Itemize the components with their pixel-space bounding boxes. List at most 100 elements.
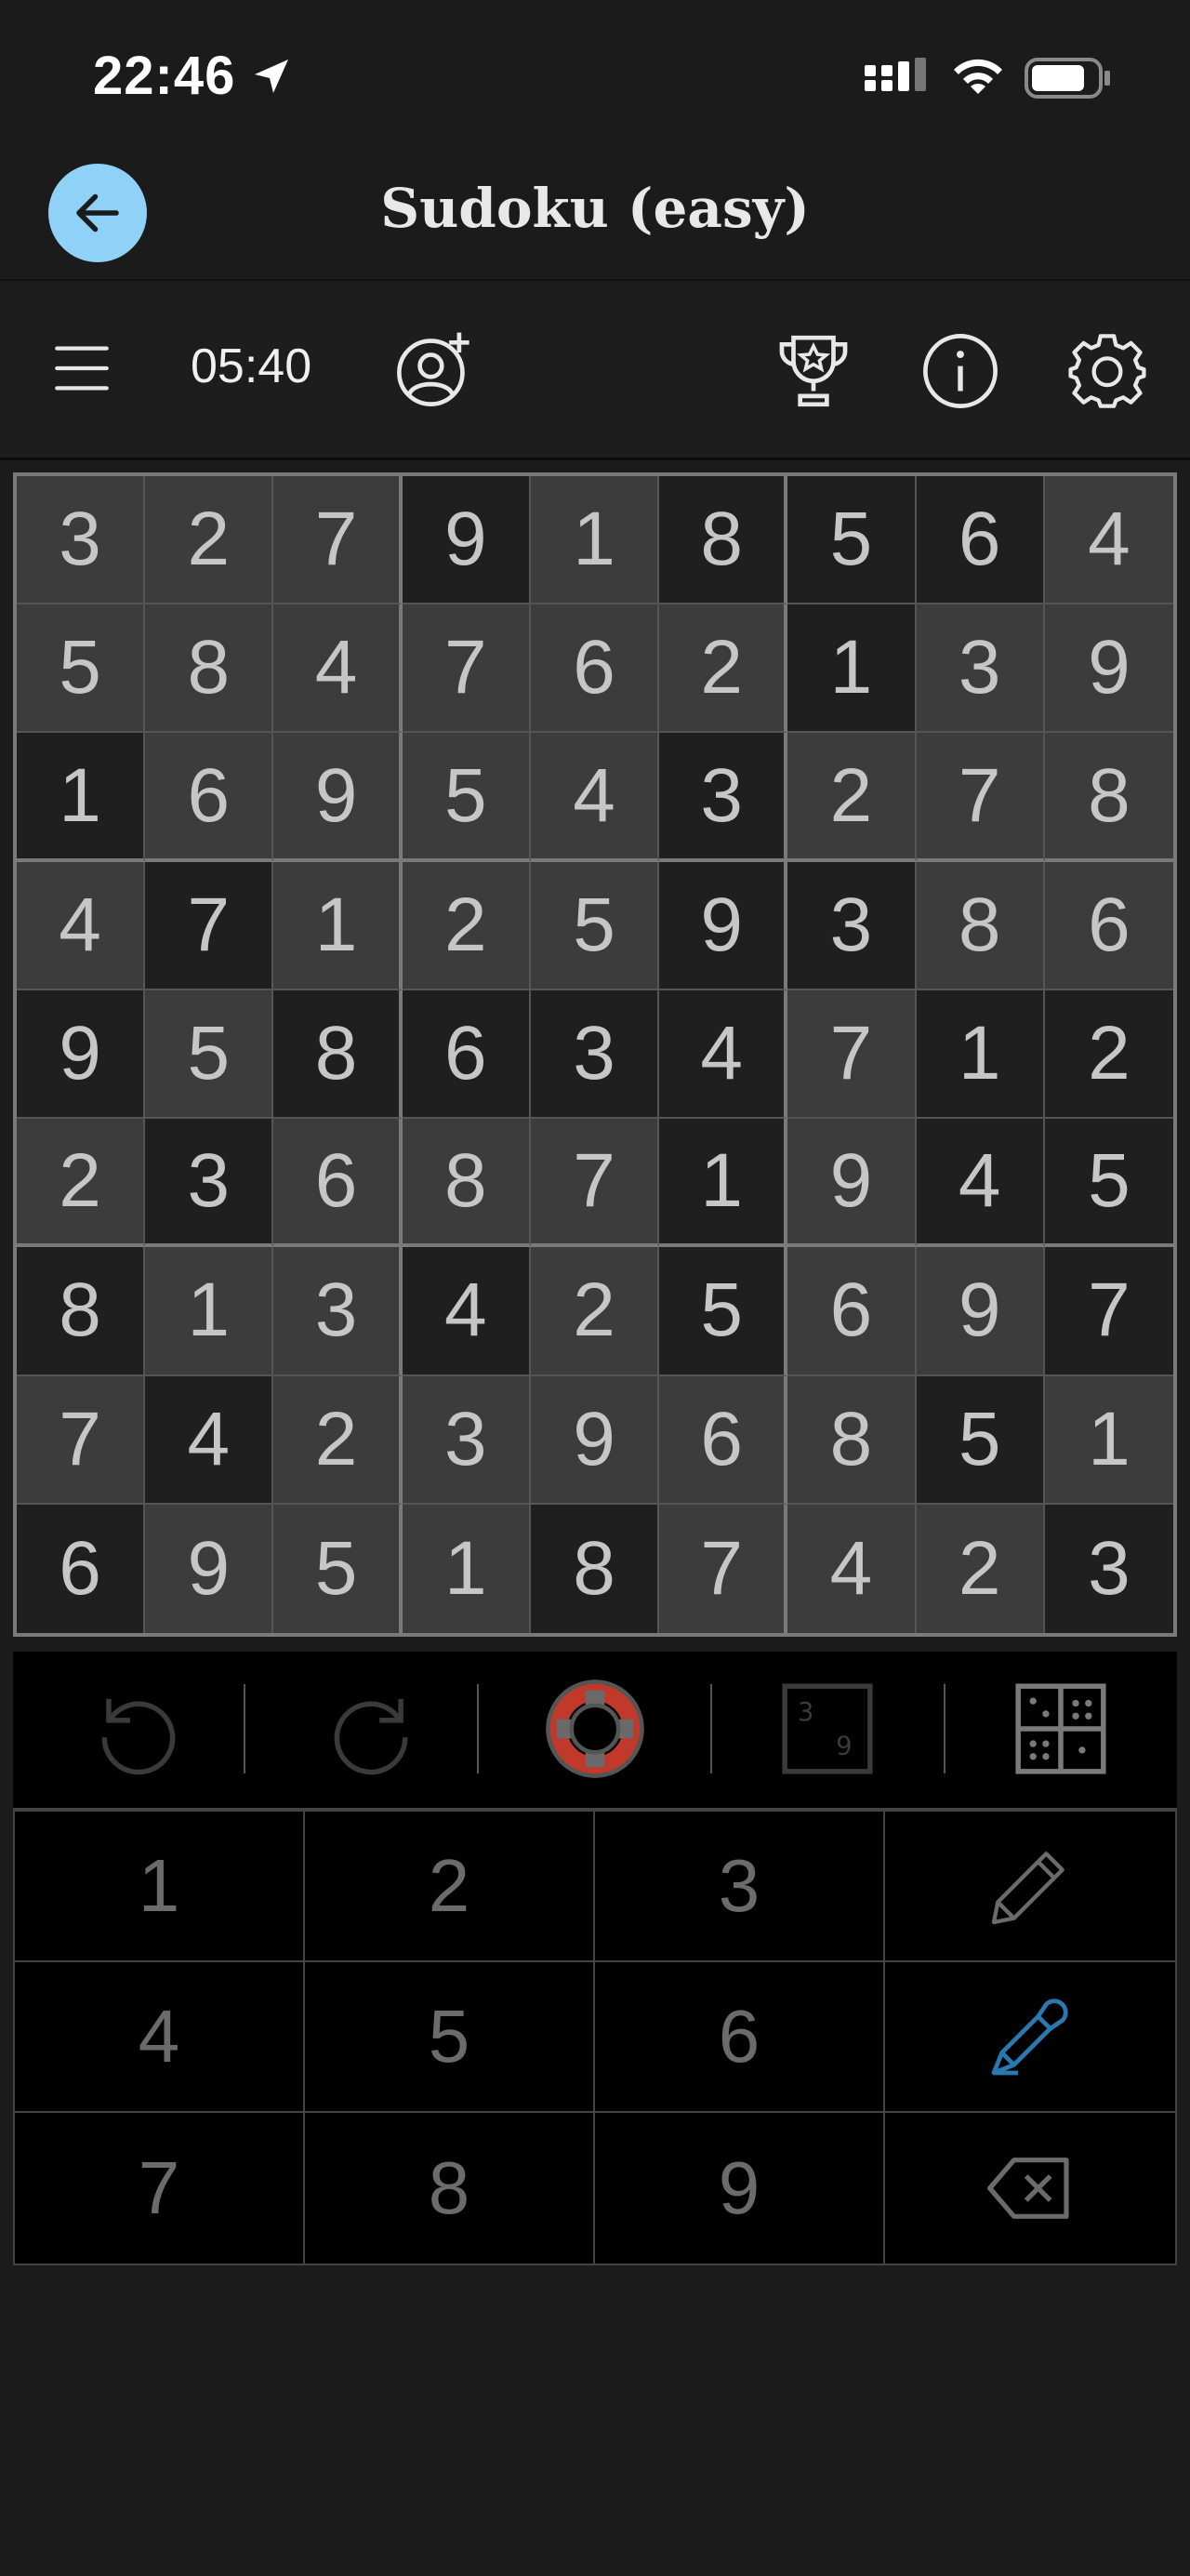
sudoku-cell[interactable]: 5 xyxy=(1044,1119,1173,1248)
key-7[interactable]: 7 xyxy=(15,2113,305,2264)
sudoku-cell[interactable]: 5 xyxy=(530,861,660,990)
sudoku-cell[interactable]: 2 xyxy=(659,604,788,734)
sudoku-cell[interactable]: 6 xyxy=(530,604,660,734)
sudoku-cell[interactable]: 5 xyxy=(17,604,146,734)
pen-mode-button[interactable] xyxy=(885,1962,1175,2113)
sudoku-cell[interactable]: 4 xyxy=(530,733,660,862)
sudoku-cell[interactable]: 5 xyxy=(145,989,274,1120)
sudoku-cell[interactable]: 7 xyxy=(402,604,531,734)
sudoku-cell[interactable]: 9 xyxy=(402,476,531,605)
sudoku-cell[interactable]: 2 xyxy=(916,1504,1045,1633)
sudoku-cell[interactable]: 7 xyxy=(787,989,917,1120)
sudoku-cell[interactable]: 7 xyxy=(1044,1247,1173,1376)
sudoku-cell[interactable]: 6 xyxy=(1044,861,1173,990)
sudoku-cell[interactable]: 5 xyxy=(273,1504,403,1633)
sudoku-cell[interactable]: 7 xyxy=(145,861,274,990)
sudoku-cell[interactable]: 3 xyxy=(402,1375,531,1505)
grid-layout-icon[interactable] xyxy=(1010,1678,1112,1780)
sudoku-cell[interactable]: 6 xyxy=(273,1119,403,1248)
sudoku-cell[interactable]: 2 xyxy=(145,476,274,605)
sudoku-cell[interactable]: 9 xyxy=(1044,604,1173,734)
key-8[interactable]: 8 xyxy=(305,2113,595,2264)
sudoku-cell[interactable]: 9 xyxy=(273,733,403,862)
sudoku-cell[interactable]: 1 xyxy=(402,1504,531,1633)
sudoku-cell[interactable]: 1 xyxy=(145,1247,274,1376)
sudoku-cell[interactable]: 4 xyxy=(916,1119,1045,1248)
sudoku-cell[interactable]: 9 xyxy=(145,1504,274,1633)
sudoku-cell[interactable]: 3 xyxy=(273,1247,403,1376)
sudoku-cell[interactable]: 2 xyxy=(273,1375,403,1505)
key-3[interactable]: 3 xyxy=(595,1812,885,1962)
sudoku-cell[interactable]: 5 xyxy=(787,476,917,605)
sudoku-cell[interactable]: 7 xyxy=(530,1119,660,1248)
sudoku-cell[interactable]: 5 xyxy=(402,733,531,862)
sudoku-cell[interactable]: 3 xyxy=(530,989,660,1120)
key-1[interactable]: 1 xyxy=(15,1812,305,1962)
sudoku-cell[interactable]: 6 xyxy=(402,989,531,1120)
sudoku-cell[interactable]: 4 xyxy=(787,1504,917,1633)
sudoku-cell[interactable]: 7 xyxy=(659,1504,788,1633)
key-6[interactable]: 6 xyxy=(595,1962,885,2113)
sudoku-cell[interactable]: 3 xyxy=(659,733,788,862)
backspace-button[interactable] xyxy=(885,2113,1175,2264)
sudoku-cell[interactable]: 8 xyxy=(1044,733,1173,862)
sudoku-cell[interactable]: 2 xyxy=(530,1247,660,1376)
key-2[interactable]: 2 xyxy=(305,1812,595,1962)
sudoku-cell[interactable]: 8 xyxy=(145,604,274,734)
sudoku-cell[interactable]: 6 xyxy=(145,733,274,862)
sudoku-cell[interactable]: 3 xyxy=(787,861,917,990)
menu-icon[interactable] xyxy=(52,339,112,398)
sudoku-cell[interactable]: 4 xyxy=(17,861,146,990)
add-friend-icon[interactable] xyxy=(394,329,474,409)
sudoku-cell[interactable]: 2 xyxy=(1044,989,1173,1120)
sudoku-cell[interactable]: 9 xyxy=(916,1247,1045,1376)
redo-icon[interactable] xyxy=(320,1678,422,1780)
sudoku-cell[interactable]: 2 xyxy=(402,861,531,990)
sudoku-cell[interactable]: 3 xyxy=(1044,1504,1173,1633)
hint-lifebuoy-icon[interactable] xyxy=(544,1678,646,1780)
sudoku-cell[interactable]: 8 xyxy=(659,476,788,605)
sudoku-cell[interactable]: 5 xyxy=(659,1247,788,1376)
pencil-mode-button[interactable] xyxy=(885,1812,1175,1962)
sudoku-cell[interactable]: 1 xyxy=(916,989,1045,1120)
sudoku-cell[interactable]: 9 xyxy=(787,1119,917,1248)
sudoku-cell[interactable]: 9 xyxy=(530,1375,660,1505)
sudoku-cell[interactable]: 1 xyxy=(787,604,917,734)
key-5[interactable]: 5 xyxy=(305,1962,595,2113)
sudoku-cell[interactable]: 8 xyxy=(916,861,1045,990)
sudoku-cell[interactable]: 8 xyxy=(787,1375,917,1505)
sudoku-cell[interactable]: 3 xyxy=(145,1119,274,1248)
sudoku-cell[interactable]: 9 xyxy=(17,989,146,1120)
sudoku-cell[interactable]: 4 xyxy=(659,989,788,1120)
sudoku-cell[interactable]: 8 xyxy=(17,1247,146,1376)
sudoku-cell[interactable]: 1 xyxy=(659,1119,788,1248)
sudoku-cell[interactable]: 4 xyxy=(1044,476,1173,605)
sudoku-cell[interactable]: 7 xyxy=(17,1375,146,1505)
key-9[interactable]: 9 xyxy=(595,2113,885,2264)
sudoku-cell[interactable]: 1 xyxy=(530,476,660,605)
sudoku-cell[interactable]: 2 xyxy=(17,1119,146,1248)
info-icon[interactable] xyxy=(920,331,1000,411)
sudoku-cell[interactable]: 6 xyxy=(17,1504,146,1633)
sudoku-cell[interactable]: 6 xyxy=(916,476,1045,605)
key-4[interactable]: 4 xyxy=(15,1962,305,2113)
sudoku-cell[interactable]: 1 xyxy=(273,861,403,990)
sudoku-cell[interactable]: 8 xyxy=(402,1119,531,1248)
sudoku-cell[interactable]: 8 xyxy=(273,989,403,1120)
sudoku-cell[interactable]: 2 xyxy=(787,733,917,862)
sudoku-cell[interactable]: 1 xyxy=(1044,1375,1173,1505)
sudoku-cell[interactable]: 8 xyxy=(530,1504,660,1633)
sudoku-cell[interactable]: 1 xyxy=(17,733,146,862)
sudoku-cell[interactable]: 4 xyxy=(402,1247,531,1376)
notes-candidates-icon[interactable]: 3 9 xyxy=(776,1678,879,1780)
sudoku-cell[interactable]: 3 xyxy=(17,476,146,605)
sudoku-cell[interactable]: 9 xyxy=(659,861,788,990)
sudoku-cell[interactable]: 6 xyxy=(659,1375,788,1505)
trophy-icon[interactable] xyxy=(772,331,855,411)
sudoku-cell[interactable]: 3 xyxy=(916,604,1045,734)
sudoku-cell[interactable]: 4 xyxy=(273,604,403,734)
sudoku-cell[interactable]: 4 xyxy=(145,1375,274,1505)
sudoku-cell[interactable]: 6 xyxy=(787,1247,917,1376)
sudoku-cell[interactable]: 7 xyxy=(273,476,403,605)
sudoku-cell[interactable]: 7 xyxy=(916,733,1045,862)
